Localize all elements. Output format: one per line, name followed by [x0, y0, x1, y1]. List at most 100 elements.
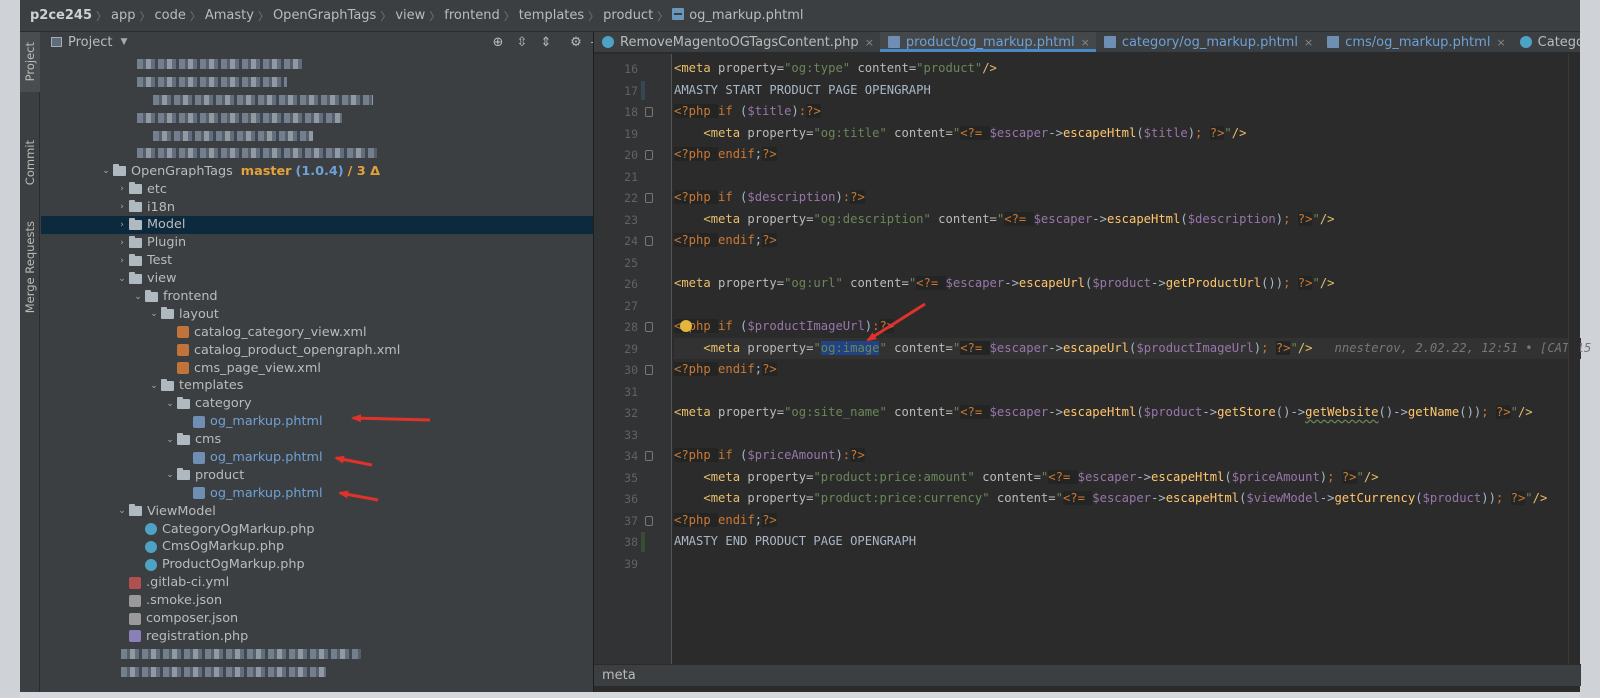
tree-row[interactable]: ⌄ ViewModel: [41, 502, 612, 520]
code-line[interactable]: <?php if ($description):?>: [674, 187, 865, 209]
code-line[interactable]: <?php if ($productImageUrl):?>: [674, 316, 895, 338]
chevron-right-icon[interactable]: ›: [115, 220, 129, 230]
fold-icon[interactable]: [645, 365, 653, 375]
chevron-down-icon[interactable]: ⌄: [163, 435, 177, 445]
breadcrumb-item[interactable]: Amasty: [205, 8, 254, 23]
code-line[interactable]: <?php if ($priceAmount):?>: [674, 445, 865, 467]
merge-requests-tool-button[interactable]: Merge Requests: [20, 212, 40, 322]
breadcrumb-item[interactable]: templates: [519, 8, 584, 23]
code-line[interactable]: <meta property="og:description" content=…: [674, 209, 1335, 231]
fold-icon[interactable]: [645, 322, 653, 332]
chevron-down-icon[interactable]: ⌄: [115, 274, 129, 284]
breadcrumb-item[interactable]: product: [603, 8, 653, 23]
tree-row-redacted[interactable]: [41, 663, 612, 681]
breadcrumb-item[interactable]: code: [155, 8, 186, 23]
tree-row[interactable]: ⌄ view: [41, 270, 612, 288]
breadcrumb-item[interactable]: app: [111, 8, 135, 23]
code-line[interactable]: <?php if ($title):?>: [674, 101, 821, 123]
breadcrumb-item[interactable]: p2ce245: [30, 8, 92, 23]
tree-row-redacted[interactable]: [41, 645, 612, 663]
tree-row[interactable]: ⌄ templates: [41, 377, 612, 395]
code-line[interactable]: AMASTY START PRODUCT PAGE OPENGRAPH: [674, 80, 931, 102]
chevron-right-icon[interactable]: ›: [115, 256, 129, 266]
tree-row-redacted[interactable]: [41, 144, 612, 162]
tree-row[interactable]: ⌄ product: [41, 466, 612, 484]
breadcrumb-item[interactable]: view: [395, 8, 425, 23]
editor-tab[interactable]: product/og_markup.phtml ×: [879, 32, 1096, 52]
tree-row-redacted[interactable]: [41, 55, 612, 73]
commit-tool-button[interactable]: Commit: [20, 128, 40, 198]
code-line[interactable]: <meta property="product:price:currency" …: [674, 488, 1547, 510]
code-line[interactable]: <?php endif;?>: [674, 510, 777, 532]
expand-all-icon[interactable]: ⇳: [513, 33, 531, 51]
tree-row[interactable]: .smoke.json: [41, 592, 612, 610]
project-panel-title[interactable]: Project: [68, 35, 112, 50]
breadcrumb-item[interactable]: OpenGraphTags: [273, 8, 376, 23]
tree-row[interactable]: › Plugin: [41, 234, 612, 252]
chevron-down-icon[interactable]: ⌄: [115, 506, 129, 516]
close-icon[interactable]: ×: [1304, 36, 1313, 49]
tree-row[interactable]: catalog_product_opengraph.xml: [41, 341, 612, 359]
chevron-right-icon[interactable]: ›: [115, 202, 129, 212]
code-line[interactable]: <meta property="og:type" content="produc…: [674, 58, 997, 80]
chevron-down-icon[interactable]: ⌄: [99, 166, 113, 176]
code-line[interactable]: <meta property="og:image" content="<?= $…: [674, 337, 1591, 359]
tree-row[interactable]: CategoryOgMarkup.php: [41, 520, 612, 538]
editor-tab[interactable]: category/og_markup.phtml ×: [1096, 32, 1319, 52]
tree-row[interactable]: › i18n: [41, 198, 612, 216]
tree-row[interactable]: › etc: [41, 180, 612, 198]
chevron-down-icon[interactable]: ⌄: [147, 309, 161, 319]
lightbulb-icon[interactable]: [680, 320, 692, 332]
tree-row[interactable]: CmsOgMarkup.php: [41, 538, 612, 556]
project-tool-button[interactable]: Project: [20, 32, 40, 92]
tree-row[interactable]: ⌄ OpenGraphTags master (1.0.4)/ 3 Δ: [41, 162, 612, 180]
fold-icon[interactable]: [645, 193, 653, 203]
tree-row[interactable]: registration.php: [41, 628, 612, 646]
fold-icon[interactable]: [645, 451, 653, 461]
chevron-down-icon[interactable]: ⌄: [131, 292, 145, 302]
tree-row-redacted[interactable]: [41, 91, 612, 109]
tree-row[interactable]: ⌄ category: [41, 395, 612, 413]
collapse-all-icon[interactable]: ⇕: [537, 33, 555, 51]
editor-scrollbar[interactable]: [1568, 54, 1580, 664]
code-line[interactable]: AMASTY END PRODUCT PAGE OPENGRAPH: [674, 531, 916, 553]
locate-file-icon[interactable]: ⊕: [489, 33, 507, 51]
tree-row[interactable]: › Model: [41, 216, 612, 234]
code-line[interactable]: <meta property="og:url" content= " <?= $es…: [674, 273, 1335, 295]
tree-row-redacted[interactable]: [41, 73, 612, 91]
chevron-right-icon[interactable]: ›: [115, 184, 129, 194]
vcs-change-marker[interactable]: [641, 80, 645, 100]
tree-row[interactable]: og_markup.phtml: [41, 484, 612, 502]
close-icon[interactable]: ×: [865, 36, 874, 49]
fold-icon[interactable]: [645, 107, 653, 117]
editor-tab[interactable]: CategoryO: [1512, 32, 1580, 52]
tree-row[interactable]: ⌄ frontend: [41, 288, 612, 306]
code-line[interactable]: <?php endif;?>: [674, 359, 777, 381]
tree-row[interactable]: og_markup.phtml: [41, 449, 612, 467]
fold-icon[interactable]: [645, 150, 653, 160]
code-line[interactable]: <?php endif;?>: [674, 230, 777, 252]
fold-icon[interactable]: [645, 236, 653, 246]
code-line[interactable]: <meta property="product:price:amount" co…: [674, 467, 1379, 489]
tree-row-redacted[interactable]: [41, 127, 612, 145]
tree-row[interactable]: composer.json: [41, 610, 612, 628]
code-line[interactable]: <?php endif;?>: [674, 144, 777, 166]
tree-row[interactable]: ProductOgMarkup.php: [41, 556, 612, 574]
tree-row[interactable]: › Test: [41, 252, 612, 270]
tree-row[interactable]: .gitlab-ci.yml: [41, 574, 612, 592]
tree-row[interactable]: ⌄ cms: [41, 431, 612, 449]
chevron-down-icon[interactable]: ⌄: [163, 470, 177, 480]
editor-tab[interactable]: cms/og_markup.phtml ×: [1319, 32, 1511, 52]
close-icon[interactable]: ×: [1496, 36, 1505, 49]
tree-row[interactable]: og_markup.phtml: [41, 413, 612, 431]
editor-tab[interactable]: RemoveMagentoOGTagsContent.php ×: [594, 32, 880, 52]
close-icon[interactable]: ×: [1081, 36, 1090, 49]
tree-row-redacted[interactable]: [41, 109, 612, 127]
chevron-down-icon[interactable]: ⌄: [147, 381, 161, 391]
tree-row[interactable]: cms_page_view.xml: [41, 359, 612, 377]
tree-row[interactable]: ⌄ layout: [41, 305, 612, 323]
breadcrumb-item[interactable]: og_markup.phtml: [672, 8, 803, 23]
gear-icon[interactable]: ⚙: [567, 33, 585, 51]
fold-icon[interactable]: [645, 515, 653, 526]
tree-row[interactable]: catalog_category_view.xml: [41, 323, 612, 341]
